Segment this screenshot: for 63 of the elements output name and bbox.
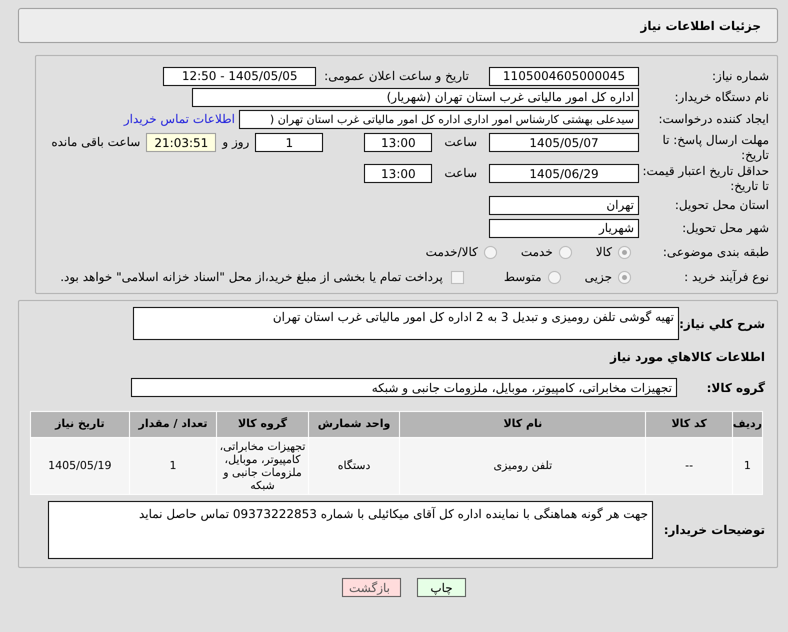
field-label: شرح کلي نياز: xyxy=(679,316,765,332)
text-field[interactable]: سیدعلی بهشتی کارشناس امور اداری اداره کل امور مالیاتی غرب استان تهران ( xyxy=(239,110,639,128)
checkbox[interactable] xyxy=(450,270,464,284)
table-cell: 1 xyxy=(732,438,762,494)
field-label: پرداخت تمام یا بخشی از مبلغ خرید،از محل "اسناد خزانه اسلامی" خواهد بود. xyxy=(60,269,443,286)
column-header: واحد شمارش xyxy=(308,412,400,438)
remaining-time-field: 21:03:51 xyxy=(146,133,216,152)
radio-button[interactable] xyxy=(484,246,497,258)
radio-button[interactable] xyxy=(618,246,631,258)
radio-button[interactable] xyxy=(548,270,561,284)
text-field[interactable]: 1105004605000045 xyxy=(489,66,639,86)
text-field[interactable]: 1405/05/05 - 12:50 xyxy=(163,66,316,86)
text-field[interactable]: 1405/05/07 xyxy=(489,133,639,152)
field-label: روز و xyxy=(222,134,250,151)
column-header: تعداد / مقدار xyxy=(129,412,217,438)
field-label: نوع فرآیند خرید : xyxy=(684,270,769,285)
table-cell: تجهیزات مخابراتی، کامپیوتر، موبایل، ملزومات جانبی و شبکه xyxy=(216,438,308,494)
field-label: ایجاد کننده درخواست: xyxy=(658,112,769,127)
field-label: ساعت xyxy=(444,134,477,151)
section-title: اطلاعات کالاهاي مورد نياز xyxy=(610,349,765,366)
field-label: خدمت xyxy=(520,244,553,261)
radio-button[interactable] xyxy=(618,270,631,284)
field-label: حداقل تاریخ اعتبار قیمت: تا تاریخ: xyxy=(641,164,769,194)
text-field[interactable]: تجهیزات مخابراتی، کامپیوتر، موبایل، ملزومات جانبی و شبکه xyxy=(131,378,677,397)
field-label: جزیی xyxy=(584,269,612,286)
table-cell: -- xyxy=(646,438,732,494)
table-cell: تلفن رومیزی xyxy=(400,438,646,494)
field-label: متوسط xyxy=(504,269,542,286)
field-label: استان محل تحویل: xyxy=(674,198,769,213)
field-label: کالا/خدمت xyxy=(426,244,478,261)
field-label: مهلت ارسال پاسخ: تا تاریخ: xyxy=(661,133,769,163)
text-field[interactable]: تهران xyxy=(489,196,639,214)
text-field[interactable]: اداره کل امور مالیاتی غرب استان تهران (شهریار) xyxy=(192,88,639,106)
field-label: طبقه بندی موضوعی: xyxy=(662,245,769,260)
field-label: نام دستگاه خریدار: xyxy=(674,90,769,105)
text-field[interactable]: 13:00 xyxy=(364,164,432,183)
back-button[interactable]: بازگشت xyxy=(342,578,401,597)
column-header: گروه کالا xyxy=(216,412,308,438)
table-cell: 1405/05/19 xyxy=(30,438,130,494)
field-label: گروه کالا: xyxy=(706,380,765,396)
field-label: ساعت xyxy=(444,165,477,182)
table-cell: دستگاه xyxy=(308,438,400,494)
buyer-contact-link[interactable]: اطلاعات تماس خریدار xyxy=(124,110,235,128)
field-label: کالا xyxy=(596,244,612,261)
field-label: شهر محل تحویل: xyxy=(682,221,769,236)
print-button[interactable]: چاپ xyxy=(417,578,466,597)
field-label: ساعت باقی مانده xyxy=(51,134,140,151)
table-cell: 1 xyxy=(129,438,217,494)
buyer-notes-textarea[interactable]: جهت هر گونه هماهنگی با نماینده اداره کل آقای میکائیلی با شماره 09373222853 تماس حاصل نماید xyxy=(48,501,653,559)
text-field[interactable]: 1 xyxy=(255,133,324,152)
page-title: جزئیات اطلاعات نیاز xyxy=(640,18,761,34)
radio-button[interactable] xyxy=(558,246,572,258)
field-label: شماره نیاز: xyxy=(712,69,769,84)
text-field[interactable]: شهریار xyxy=(489,218,639,238)
description-textarea[interactable]: تهیه گوشی تلفن رومیزی و تبدیل 3 به 2 اداره کل امور مالیاتی غرب استان تهران xyxy=(133,307,679,340)
text-field[interactable]: 13:00 xyxy=(364,133,432,152)
text-field[interactable]: 1405/06/29 xyxy=(489,164,639,183)
field-label: تاریخ و ساعت اعلان عمومی: xyxy=(324,68,469,85)
field-label: توضیحات خریدار: xyxy=(662,522,765,539)
column-header: تاریخ نیاز xyxy=(30,412,130,438)
column-header: ردیف xyxy=(732,412,762,438)
column-header: نام کالا xyxy=(400,412,646,438)
column-header: کد کالا xyxy=(646,412,732,438)
